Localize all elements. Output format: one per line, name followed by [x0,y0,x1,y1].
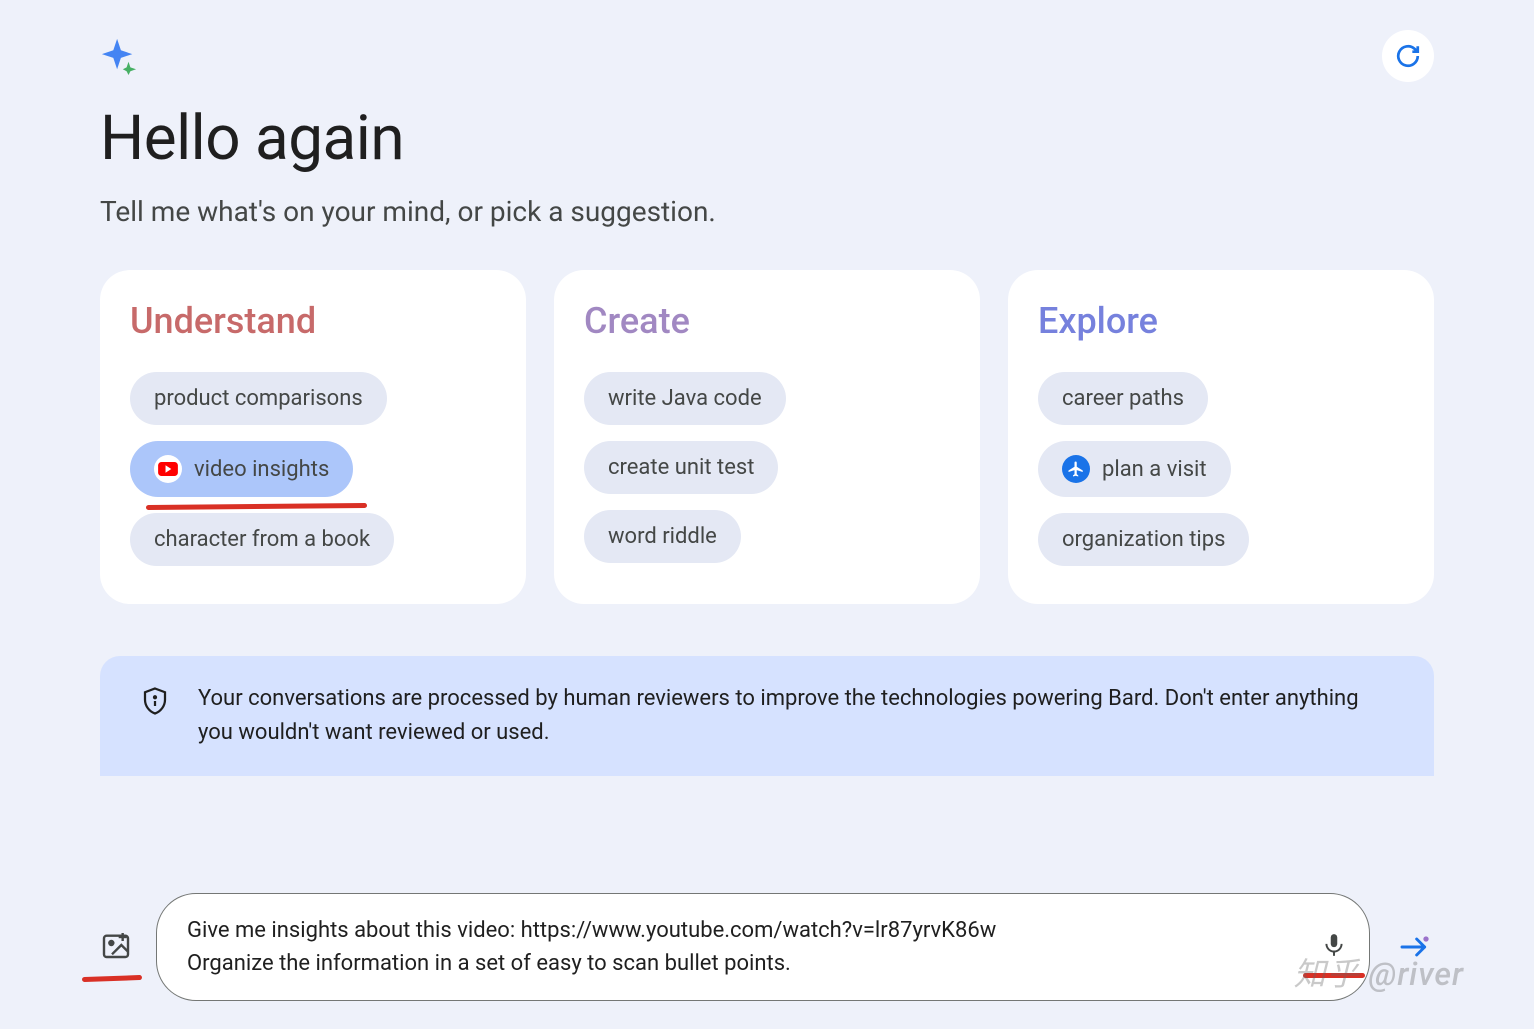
input-row: Give me insights about this video: https… [100,893,1434,1001]
shield-info-icon [140,686,170,716]
chip-organization-tips[interactable]: organization tips [1038,513,1249,566]
card-create: Create write Java code create unit test … [554,270,980,604]
prompt-input-text: Give me insights about this video: https… [187,914,1299,980]
microphone-button[interactable] [1321,932,1347,962]
card-understand: Understand product comparisons video ins… [100,270,526,604]
prompt-input[interactable]: Give me insights about this video: https… [156,893,1370,1001]
privacy-notice: Your conversations are processed by huma… [100,656,1434,776]
chip-word-riddle[interactable]: word riddle [584,510,741,563]
chip-plan-a-visit[interactable]: plan a visit [1038,441,1231,497]
chip-create-unit-test[interactable]: create unit test [584,441,778,494]
annotation-underline [82,975,142,982]
card-create-title: Create [584,300,950,342]
plane-icon [1062,455,1090,483]
notice-text: Your conversations are processed by huma… [198,682,1394,750]
send-button[interactable] [1394,927,1434,967]
card-explore-title: Explore [1038,300,1404,342]
suggestion-cards: Understand product comparisons video ins… [100,270,1434,604]
reset-chat-button[interactable] [1382,30,1434,82]
greeting-heading: Hello again [100,102,1434,175]
chip-character-from-book[interactable]: character from a book [130,513,394,566]
card-understand-title: Understand [130,300,496,342]
chip-video-insights[interactable]: video insights [130,441,353,497]
chip-career-paths[interactable]: career paths [1038,372,1208,425]
chip-product-comparisons[interactable]: product comparisons [130,372,387,425]
chip-write-java-code[interactable]: write Java code [584,372,786,425]
bard-sparkle-logo [100,37,138,75]
image-upload-button[interactable] [100,929,132,965]
annotation-underline [146,503,367,510]
subtitle-text: Tell me what's on your mind, or pick a s… [100,195,1434,228]
youtube-icon [154,455,182,483]
card-explore: Explore career paths plan a visit organi… [1008,270,1434,604]
annotation-underline [1303,973,1365,978]
